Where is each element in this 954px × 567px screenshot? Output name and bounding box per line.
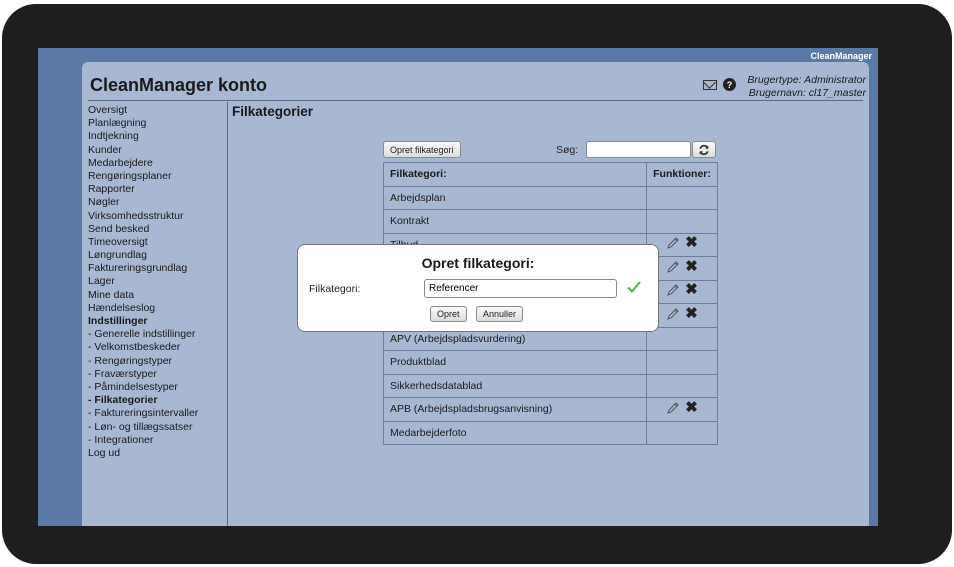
dialog-title: Opret filkategori: (421, 255, 535, 271)
confirm-button[interactable]: Opret (430, 306, 467, 322)
category-name-input[interactable] (424, 279, 617, 298)
cancel-button[interactable]: Annuller (476, 306, 524, 322)
create-category-dialog: Opret filkategori: Filkategori: Opret An… (297, 244, 659, 332)
screen: CleanManager CleanManager konto ? Bruger… (38, 48, 878, 526)
brand-label: CleanManager (810, 51, 872, 61)
dialog-field-label: Filkategori: (309, 283, 361, 295)
check-icon (627, 281, 641, 293)
device-frame: CleanManager CleanManager konto ? Bruger… (2, 4, 952, 564)
